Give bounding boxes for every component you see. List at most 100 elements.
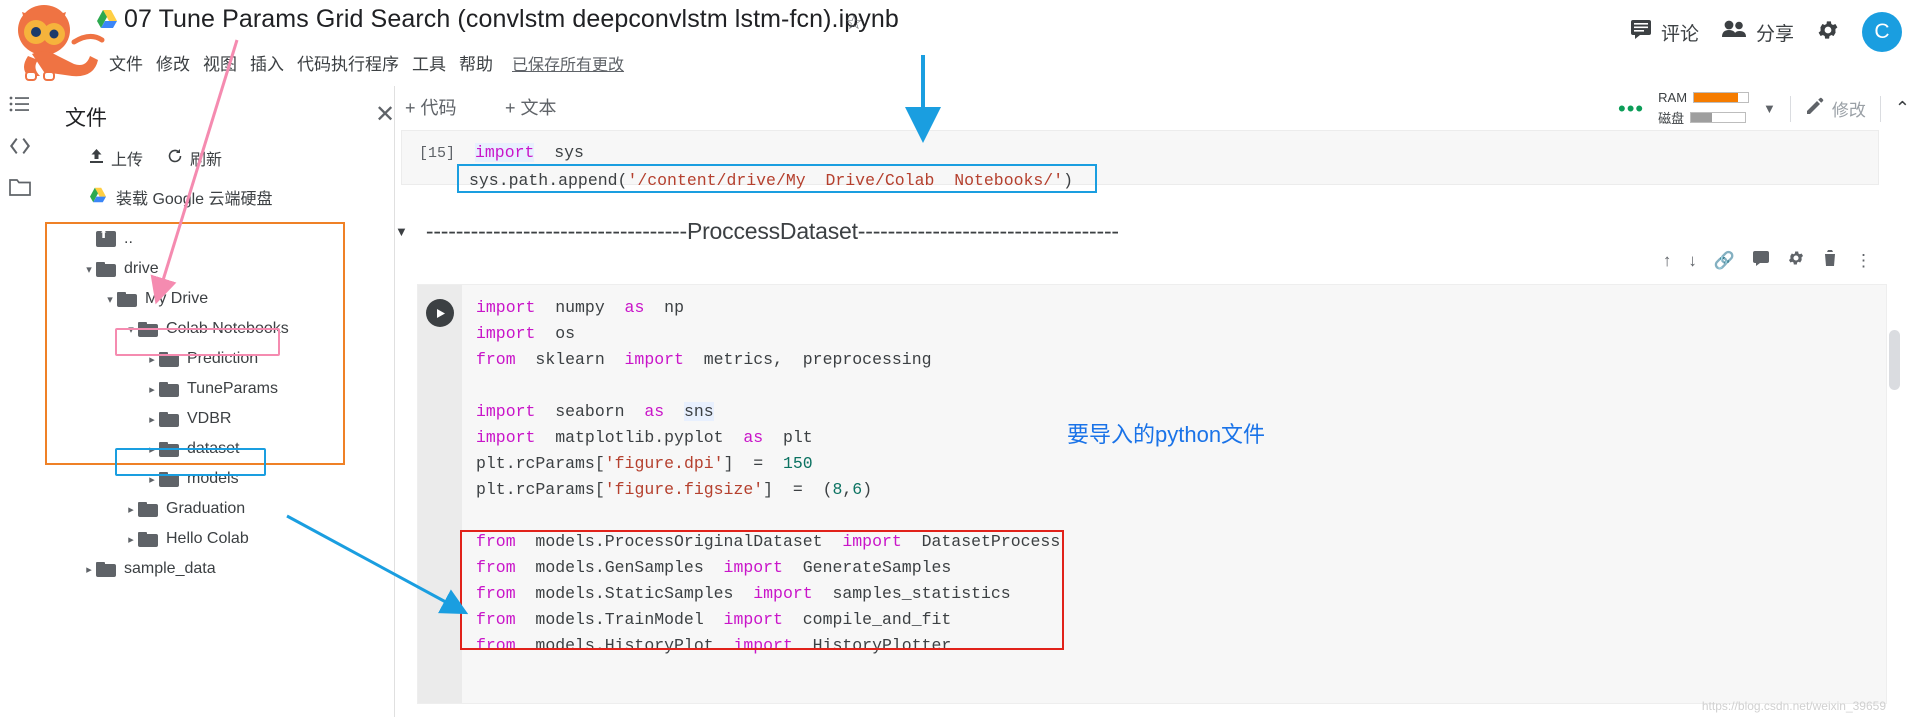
syspath-blue-highlight: sys.path.append('/content/drive/My Drive…: [457, 164, 1097, 193]
file-tree-item-graduation[interactable]: ▸ Graduation: [47, 494, 343, 524]
file-tree-item-label: ..: [124, 230, 133, 247]
file-tree-item-vdbr[interactable]: ▸ VDBR: [47, 404, 343, 434]
folder-icon: [159, 411, 179, 427]
chevron-up-icon[interactable]: ⌃: [1895, 98, 1910, 119]
ram-label: RAM: [1658, 90, 1688, 105]
drive-triangle-icon: [96, 9, 118, 29]
menu-item-runtime[interactable]: 代码执行程序: [297, 50, 412, 75]
add-text-cell-button[interactable]: + 文本: [505, 94, 557, 120]
close-icon[interactable]: ✕: [375, 100, 395, 129]
resource-meters[interactable]: RAM 磁盘: [1658, 90, 1750, 127]
code-token: seaborn: [535, 402, 645, 421]
share-label: 分享: [1755, 23, 1794, 45]
document-title[interactable]: 07 Tune Params Grid Search (convlstm dee…: [124, 5, 899, 34]
star-icon[interactable]: ☆: [845, 10, 863, 35]
people-icon: [1721, 19, 1747, 45]
code-line-2: import os: [476, 321, 1060, 347]
save-status[interactable]: 已保存所有更改: [512, 51, 624, 75]
file-tree-item-sample-data[interactable]: ▸ sample_data: [47, 554, 343, 584]
move-down-icon[interactable]: ↓: [1688, 251, 1697, 271]
refresh-button[interactable]: 刷新: [167, 146, 222, 170]
file-tree-item-label: My Drive: [145, 290, 209, 307]
chevron-right-icon[interactable]: ▸: [145, 413, 159, 426]
code-token: import: [476, 324, 536, 343]
chevron-down-icon-md[interactable]: ▼: [395, 224, 408, 239]
chevron-down-icon[interactable]: ▾: [103, 293, 117, 306]
file-tree-item-label: TuneParams: [187, 380, 278, 397]
code-cell-2[interactable]: import numpy as np import os from sklearn …: [417, 250, 1887, 704]
files-folder-icon[interactable]: [8, 176, 32, 200]
cell1-line1-rest: sys: [534, 143, 584, 162]
files-panel-actions: 上传 刷新: [89, 146, 222, 170]
settings-icon-cell[interactable]: [1787, 249, 1805, 272]
code-line-1: import numpy as np: [476, 295, 1060, 321]
delete-icon[interactable]: [1822, 249, 1838, 272]
prediction-pink-highlight: [115, 328, 280, 356]
chevron-down-icon[interactable]: ▾: [82, 263, 96, 276]
run-cell-button[interactable]: [426, 299, 454, 327]
code-token: ,: [842, 480, 853, 499]
file-tree-orange-highlight: ..▾drive▾My Drive▾Colab Notebooks▸Predic…: [45, 222, 345, 577]
chevron-right-icon[interactable]: ▸: [145, 383, 159, 396]
scrollbar-thumb[interactable]: [1889, 330, 1900, 390]
menu-item-insert[interactable]: 插入: [250, 50, 297, 75]
code-snippets-icon[interactable]: [8, 134, 32, 158]
upload-icon: [89, 148, 104, 169]
cell1-line2-end: ): [1063, 171, 1074, 190]
chevron-right-icon[interactable]: ▸: [124, 503, 138, 516]
link-icon[interactable]: 🔗: [1714, 251, 1735, 271]
upload-button[interactable]: 上传: [89, 146, 143, 170]
file-tree-item-hello-colab[interactable]: ▸ Hello Colab: [47, 524, 343, 554]
code-token: 'figure.figsize': [604, 480, 764, 499]
comment-button[interactable]: 评论: [1630, 19, 1699, 46]
file-tree-item-tuneparams[interactable]: ▸ TuneParams: [47, 374, 343, 404]
toc-list-icon[interactable]: [8, 92, 32, 116]
notebook-toolbar: + 代码 + 文本 ••• RAM 磁盘 ▼ 修改 ⌃: [395, 86, 1920, 130]
chevron-right-icon[interactable]: ▸: [124, 533, 138, 546]
drive-triangle-icon-small: [89, 187, 107, 208]
markdown-cell-heading[interactable]: ▼ -----------------------------------Pro…: [395, 218, 1875, 245]
menu-item-file[interactable]: 文件: [109, 50, 156, 75]
avatar[interactable]: C: [1862, 12, 1902, 52]
gear-icon[interactable]: [1816, 18, 1840, 47]
menu-item-edit[interactable]: 修改: [156, 50, 203, 75]
cell1-line2-string: '/content/drive/My Drive/Colab Notebooks…: [627, 171, 1064, 190]
menu-item-tools[interactable]: 工具: [412, 50, 459, 75]
mount-drive-label: 装载 Google 云端硬盘: [116, 191, 273, 208]
file-tree: ..▾drive▾My Drive▾Colab Notebooks▸Predic…: [47, 224, 343, 584]
mount-drive-button[interactable]: 装载 Google 云端硬盘: [89, 185, 273, 209]
cell-gutter: [418, 285, 462, 703]
file-tree-item-label: VDBR: [187, 410, 232, 427]
comment-icon: [1630, 19, 1652, 45]
move-up-icon[interactable]: ↑: [1663, 251, 1672, 271]
code-token: as: [624, 298, 645, 317]
code-token: sns: [683, 402, 714, 421]
file-tree-item-my-drive[interactable]: ▾ My Drive: [47, 284, 343, 314]
cell-execution-count: [15]: [419, 145, 456, 162]
models-import-red-highlight: [460, 530, 1064, 650]
menu-item-view[interactable]: 视图: [203, 50, 250, 75]
code-token: from: [476, 350, 516, 369]
file-tree-item-drive[interactable]: ▾ drive: [47, 254, 343, 284]
runtime-status-cluster: ••• RAM 磁盘 ▼ 修改 ⌃: [1618, 90, 1910, 127]
refresh-icon: [167, 148, 183, 169]
files-panel: 文件 ✕ 上传 刷新 装载 Google 云端硬盘 .. ▾ drive ▾ My Dr…: [40, 86, 395, 717]
folder-icon: [159, 381, 179, 397]
edit-button[interactable]: 修改: [1805, 96, 1866, 121]
code-line-6: import matplotlib.pyplot as plt: [476, 425, 1060, 451]
menu-item-help[interactable]: 帮助: [459, 50, 506, 75]
file-tree-item-label: drive: [124, 260, 159, 277]
file-tree-item--[interactable]: ..: [47, 224, 343, 254]
code-token: import: [476, 402, 536, 421]
chevron-right-icon[interactable]: ▸: [82, 563, 96, 576]
share-button[interactable]: 分享: [1721, 19, 1794, 46]
code-token: as: [644, 402, 665, 421]
comment-icon-cell[interactable]: [1752, 250, 1770, 272]
folder-up-icon: [96, 228, 116, 247]
chevron-down-icon[interactable]: ▼: [1763, 101, 1776, 116]
more-vert-icon[interactable]: ⋮: [1855, 251, 1872, 271]
add-code-cell-button[interactable]: + 代码: [405, 94, 457, 120]
